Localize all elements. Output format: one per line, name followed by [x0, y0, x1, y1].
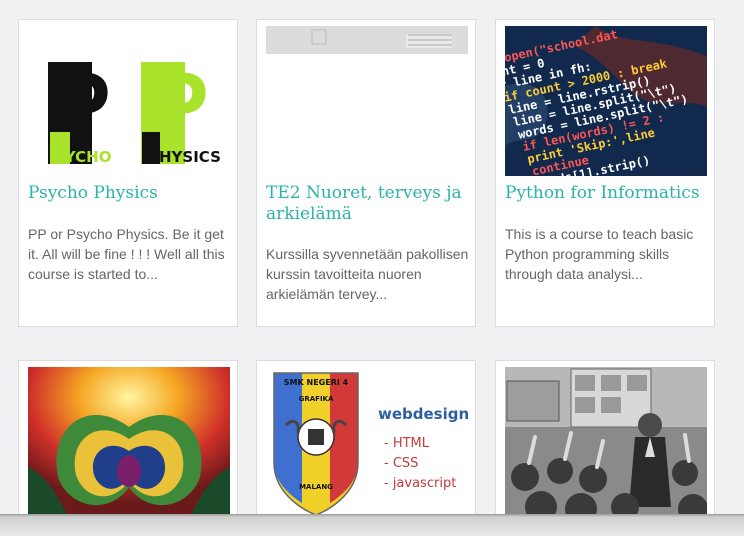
course-thumbnail[interactable] — [266, 26, 468, 54]
course-thumbnail[interactable] — [505, 367, 707, 517]
course-description: Kurssilla syvennetään pakollisen kurssin… — [266, 246, 469, 302]
course-thumbnail[interactable]: = open("school.datunt = 0r line in fh:if… — [505, 26, 707, 176]
bottom-scroll-edge — [0, 514, 744, 536]
course-title[interactable]: Psycho Physics — [28, 183, 233, 204]
logo-word-1: SYCHO — [54, 148, 111, 166]
badge-item-javascript: - javascript — [384, 476, 456, 491]
course-thumbnail[interactable]: P P SYCHO HYSICS — [28, 26, 230, 176]
course-card[interactable]: P P SYCHO HYSICS Psycho Physics PP or Ps… — [18, 19, 238, 327]
course-card[interactable]: TE2 Nuoret, terveys ja arkielämä Kurssil… — [256, 19, 476, 327]
course-title[interactable]: TE2 Nuoret, terveys ja arkielämä — [266, 183, 471, 225]
course-description: PP or Psycho Physics. Be it get it. All … — [28, 226, 225, 282]
course-card[interactable]: = open("school.datunt = 0r line in fh:if… — [495, 19, 715, 327]
course-thumbnail[interactable]: SMK NEGERI 4 GRAFIKA MALANG webdesign - … — [266, 367, 468, 517]
course-thumbnail[interactable] — [28, 367, 230, 517]
course-card[interactable] — [18, 360, 238, 530]
badge-heading: webdesign — [378, 405, 468, 423]
logo-word-2: HYSICS — [159, 148, 221, 166]
course-card[interactable]: SMK NEGERI 4 GRAFIKA MALANG webdesign - … — [256, 360, 476, 530]
badge-item-css: - CSS — [384, 456, 418, 471]
badge-item-html: - HTML — [384, 436, 430, 451]
badge-school-name: SMK NEGERI 4 — [284, 378, 349, 387]
course-card[interactable] — [495, 360, 715, 530]
course-description: This is a course to teach basic Python p… — [505, 226, 694, 282]
course-title[interactable]: Python for Informatics — [505, 183, 710, 204]
badge-school-city: MALANG — [299, 483, 333, 491]
badge-school-dept: GRAFIKA — [299, 395, 334, 403]
